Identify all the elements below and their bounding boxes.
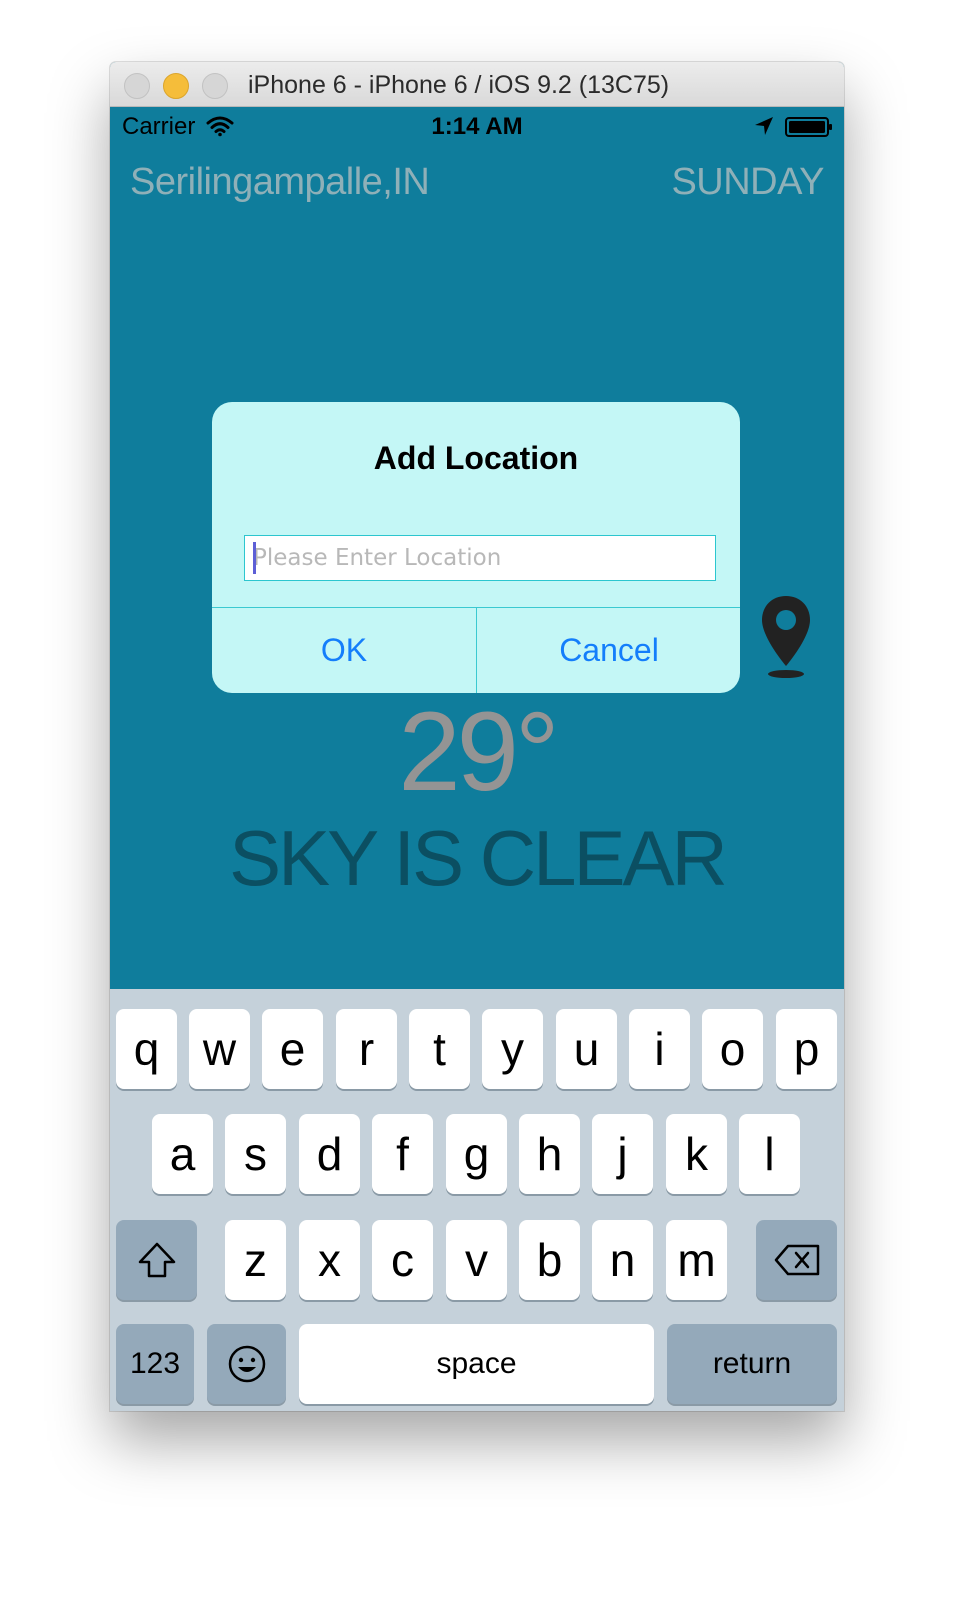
key-t[interactable]: t [409,1009,470,1089]
backspace-icon [774,1244,819,1276]
key-u[interactable]: u [556,1009,617,1089]
window-minimize-button[interactable] [163,73,189,99]
shift-key[interactable] [116,1220,197,1300]
key-a[interactable]: a [152,1114,213,1194]
emoji-key[interactable] [207,1324,286,1404]
temperature-label: 29° [398,689,559,814]
key-z[interactable]: z [225,1220,286,1300]
numbers-key[interactable]: 123 [116,1324,194,1404]
key-c[interactable]: c [372,1220,433,1300]
add-location-alert: Add Location OK Cancel [212,402,740,693]
key-h[interactable]: h [519,1114,580,1194]
battery-icon [785,117,832,137]
key-k[interactable]: k [666,1114,727,1194]
key-b[interactable]: b [519,1220,580,1300]
key-q[interactable]: q [116,1009,177,1089]
key-v[interactable]: v [446,1220,507,1300]
condition-label: SKY IS CLEAR [229,814,728,902]
map-pin-icon[interactable] [760,594,812,680]
text-cursor [253,542,256,574]
key-p[interactable]: p [776,1009,837,1089]
ok-button[interactable]: OK [212,608,476,693]
window-close-button[interactable] [124,73,150,99]
keyboard: q w e r t y u i o p a s d f g h j k l z … [110,989,844,1411]
shift-icon [138,1242,175,1278]
key-j[interactable]: j [592,1114,653,1194]
city-label: Serilingampalle,IN [130,161,430,203]
status-bar: Carrier 1:14 AM [110,107,844,147]
key-n[interactable]: n [592,1220,653,1300]
window-titlebar: iPhone 6 - iPhone 6 / iOS 9.2 (13C75) [110,62,844,107]
day-label: SUNDAY [671,161,824,203]
key-l[interactable]: l [739,1114,800,1194]
phone-screen: Carrier 1:14 AM Serilingampalle,IN SUNDA… [110,107,844,1411]
key-f[interactable]: f [372,1114,433,1194]
key-d[interactable]: d [299,1114,360,1194]
key-x[interactable]: x [299,1220,360,1300]
emoji-icon [228,1345,265,1383]
alert-title: Add Location [373,440,579,476]
key-w[interactable]: w [189,1009,250,1089]
cancel-button[interactable]: Cancel [477,608,740,693]
key-e[interactable]: e [262,1009,323,1089]
key-y[interactable]: y [482,1009,543,1089]
window-title: iPhone 6 - iPhone 6 / iOS 9.2 (13C75) [248,71,670,99]
window-maximize-button[interactable] [202,73,228,99]
key-r[interactable]: r [336,1009,397,1089]
key-m[interactable]: m [666,1220,727,1300]
key-g[interactable]: g [446,1114,507,1194]
key-o[interactable]: o [702,1009,763,1089]
simulator-window: iPhone 6 - iPhone 6 / iOS 9.2 (13C75) Ca… [110,62,844,1411]
backspace-key[interactable] [756,1220,837,1300]
location-arrow-icon [755,117,773,135]
key-i[interactable]: i [629,1009,690,1089]
location-input[interactable] [244,535,716,581]
return-key[interactable]: return [667,1324,837,1404]
space-key[interactable]: space [299,1324,654,1404]
status-clock: 1:14 AM [431,113,523,140]
key-s[interactable]: s [225,1114,286,1194]
